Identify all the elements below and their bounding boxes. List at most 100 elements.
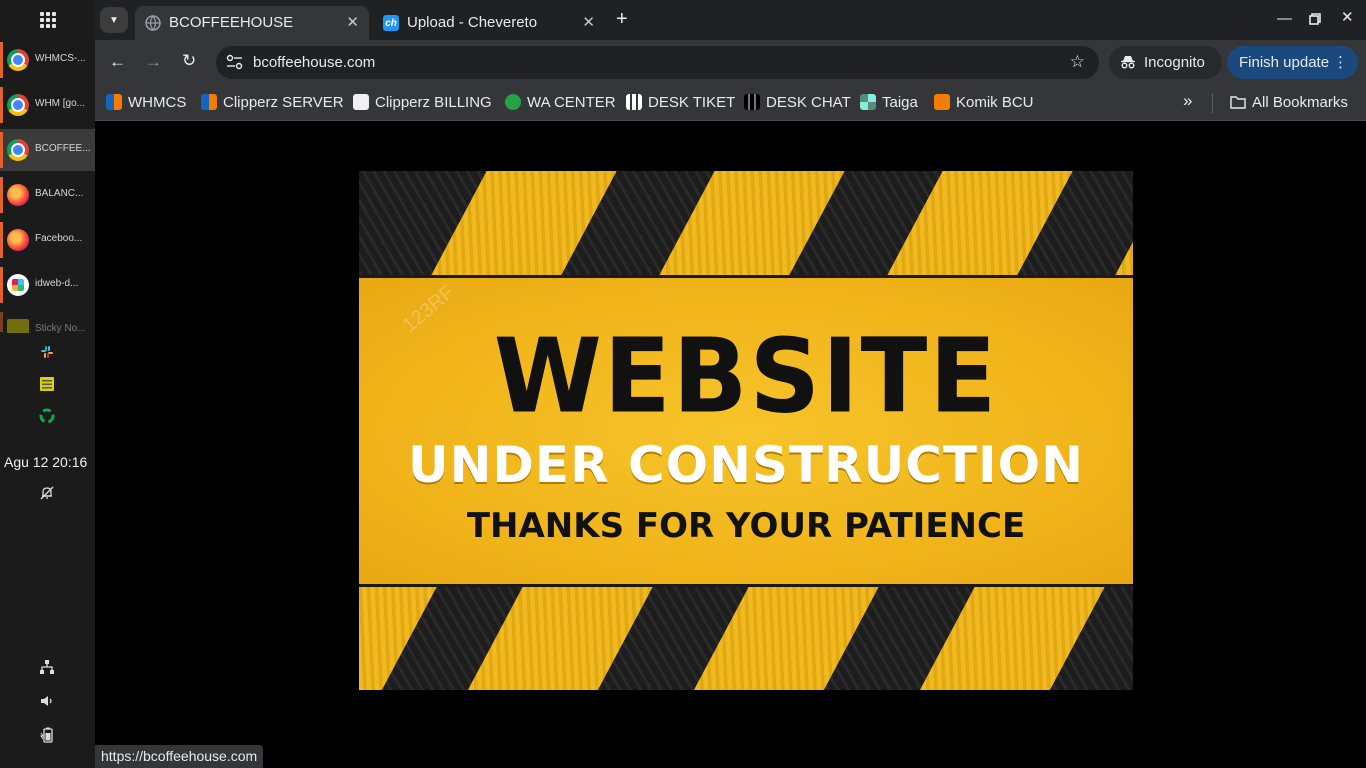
whmcs-icon xyxy=(106,94,122,110)
taiga-icon xyxy=(860,94,876,110)
bookmark-clipperz-billing[interactable]: Clipperz BILLING xyxy=(353,92,492,112)
bookmark-whmcs[interactable]: WHMCS xyxy=(106,92,186,112)
slack-icon xyxy=(7,274,29,296)
chevron-down-icon: ▼ xyxy=(109,14,119,26)
task-bcoffeehouse[interactable]: BCOFFEE... xyxy=(0,129,95,171)
address-bar[interactable]: bcoffeehouse.com ☆ xyxy=(216,46,1099,79)
task-balance[interactable]: BALANC... xyxy=(0,174,95,216)
bookmark-label: Taiga xyxy=(882,93,918,111)
tab-chevereto[interactable]: ch Upload - Chevereto ✕ xyxy=(373,6,605,40)
apps-grid-icon xyxy=(39,12,56,28)
close-icon[interactable]: ✕ xyxy=(346,13,359,31)
finish-update-label: Finish update xyxy=(1239,54,1330,71)
reload-icon[interactable]: ↻ xyxy=(182,51,196,71)
close-window-icon[interactable]: ✕ xyxy=(1341,8,1354,26)
bookmark-desk-chat[interactable]: DESK CHAT xyxy=(744,92,851,112)
hazard-stripes-top xyxy=(359,171,1133,275)
clock[interactable]: Agu 12 20:16 xyxy=(4,454,87,470)
bookmark-label: WA CENTER xyxy=(527,93,616,111)
desk-icon xyxy=(626,94,642,110)
task-label: Faceboo... xyxy=(35,233,83,244)
double-chevron-right-icon[interactable]: » xyxy=(1183,91,1192,111)
bookmark-clipperz-server[interactable]: Clipperz SERVER xyxy=(201,92,344,112)
recycle-icon[interactable] xyxy=(39,408,55,424)
firefox-icon xyxy=(7,229,29,251)
task-label: WHMCS-... xyxy=(35,53,86,64)
volume-icon[interactable] xyxy=(39,693,55,709)
task-label: BALANC... xyxy=(35,188,84,199)
incognito-label: Incognito xyxy=(1144,54,1205,71)
task-whm[interactable]: WHM [go... xyxy=(0,84,95,126)
back-icon[interactable]: ← xyxy=(109,52,126,72)
new-tab-icon[interactable]: + xyxy=(616,8,628,31)
tab-title: Upload - Chevereto xyxy=(407,14,538,31)
chrome-icon xyxy=(7,139,29,161)
bookmark-label: DESK CHAT xyxy=(766,93,851,111)
task-idweb[interactable]: idweb-d... xyxy=(0,264,95,306)
banner-title: WEBSITE xyxy=(493,317,999,437)
incognito-icon xyxy=(1121,56,1135,69)
bookmark-label: Komik BCU xyxy=(956,93,1034,111)
show-apps-button[interactable] xyxy=(0,0,95,40)
bookmark-label: DESK TIKET xyxy=(648,93,736,111)
browser-toolbar: ← → ↻ bcoffeehouse.com ☆ Incognito Finis… xyxy=(95,40,1366,85)
tab-title: BCOFFEEHOUSE xyxy=(169,14,294,31)
bookmark-desk-tiket[interactable]: DESK TIKET xyxy=(626,92,735,112)
bookmark-wa-center[interactable]: WA CENTER xyxy=(505,92,616,112)
blogger-icon xyxy=(934,94,950,110)
finish-update-button[interactable]: Finish update ⋮ xyxy=(1227,46,1358,79)
task-label: BCOFFEE... xyxy=(35,143,91,154)
restore-icon[interactable] xyxy=(1309,13,1321,25)
forward-icon[interactable]: → xyxy=(145,52,162,72)
incognito-button[interactable]: Incognito xyxy=(1109,46,1222,79)
notifications-off-icon[interactable] xyxy=(39,485,55,501)
minimize-icon[interactable]: — xyxy=(1277,10,1292,27)
bookmark-taiga[interactable]: Taiga xyxy=(860,92,918,112)
divider xyxy=(1212,93,1213,113)
close-icon[interactable]: ✕ xyxy=(582,13,595,31)
status-url: https://bcoffeehouse.com xyxy=(95,745,264,768)
page-content: 123RF WEBSITE UNDER CONSTRUCTION THANKS … xyxy=(95,121,1366,768)
clipperz-icon xyxy=(201,94,217,110)
network-icon[interactable] xyxy=(39,659,55,675)
chevereto-icon: ch xyxy=(383,15,399,31)
folder-icon xyxy=(1230,96,1246,109)
bookmark-label: Clipperz SERVER xyxy=(223,93,344,111)
chrome-icon xyxy=(7,49,29,71)
banner-subtitle: UNDER CONSTRUCTION xyxy=(407,436,1085,494)
task-sticky-notes[interactable]: Sticky No... xyxy=(0,309,95,333)
taskbar: WHMCS-... WHM [go... BCOFFEE... BALANC..… xyxy=(0,0,95,768)
slack-icon[interactable] xyxy=(39,344,55,360)
banner-panel: 123RF WEBSITE UNDER CONSTRUCTION THANKS … xyxy=(359,275,1133,587)
menu-dots-icon[interactable]: ⋮ xyxy=(1333,53,1348,71)
firefox-icon xyxy=(7,184,29,206)
all-bookmarks-button[interactable]: All Bookmarks xyxy=(1230,92,1348,112)
hazard-stripes-bottom xyxy=(359,587,1133,690)
tab-strip: ▼ BCOFFEEHOUSE ✕ ch Upload - Chevereto ✕… xyxy=(95,0,1366,40)
sticky-notes-icon xyxy=(7,319,29,333)
whatsapp-icon xyxy=(505,94,521,110)
desk-icon xyxy=(744,94,760,110)
sticky-notes-icon[interactable] xyxy=(39,376,55,392)
clipperz-billing-icon xyxy=(353,94,369,110)
all-bookmarks-label: All Bookmarks xyxy=(1252,93,1348,111)
task-label: idweb-d... xyxy=(35,278,79,289)
task-facebook[interactable]: Faceboo... xyxy=(0,219,95,261)
globe-icon xyxy=(145,15,161,31)
site-info-icon[interactable] xyxy=(226,54,244,70)
url-text[interactable]: bcoffeehouse.com xyxy=(253,54,375,71)
banner-thanks: THANKS FOR YOUR PATIENCE xyxy=(466,506,1026,546)
under-construction-banner: 123RF WEBSITE UNDER CONSTRUCTION THANKS … xyxy=(359,171,1133,690)
battery-icon[interactable] xyxy=(39,727,55,743)
bookmark-komik-bcu[interactable]: Komik BCU xyxy=(934,92,1034,112)
task-label: WHM [go... xyxy=(35,98,86,109)
task-label: Sticky No... xyxy=(35,323,86,333)
bookmarks-bar: WHMCS Clipperz SERVER Clipperz BILLING W… xyxy=(95,85,1366,121)
bookmark-label: WHMCS xyxy=(128,93,187,111)
task-whmcs[interactable]: WHMCS-... xyxy=(0,39,95,81)
tab-bcoffeehouse[interactable]: BCOFFEEHOUSE ✕ xyxy=(135,6,369,40)
bookmark-label: Clipperz BILLING xyxy=(375,93,492,111)
tab-search-button[interactable]: ▼ xyxy=(100,7,128,33)
bookmark-star-icon[interactable]: ☆ xyxy=(1070,52,1085,72)
chrome-icon xyxy=(7,94,29,116)
